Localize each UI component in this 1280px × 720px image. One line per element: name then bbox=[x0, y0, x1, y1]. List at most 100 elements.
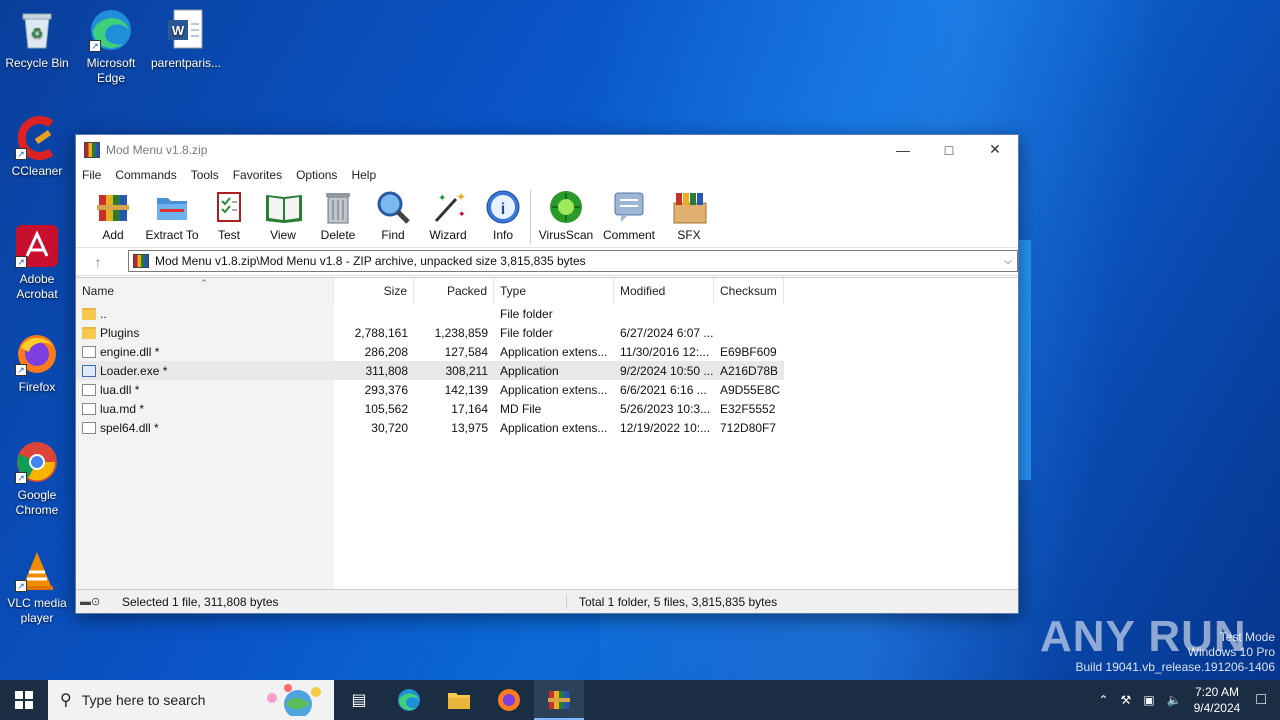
taskbar-winrar[interactable] bbox=[534, 680, 584, 720]
sfx-button[interactable]: SFX bbox=[661, 186, 717, 246]
desktop-icon-acrobat[interactable]: ↗ Adobe Acrobat bbox=[0, 224, 76, 302]
info-button[interactable]: i Info bbox=[480, 186, 526, 246]
wizard-button[interactable]: ✦ ✦ ✦ Wizard bbox=[416, 186, 480, 246]
extract-to-button[interactable]: Extract To bbox=[145, 186, 199, 246]
volume-icon[interactable]: 🔈 bbox=[1167, 693, 1182, 707]
desktop-icon-edge[interactable]: ↗ Microsoft Edge bbox=[72, 8, 150, 86]
view-button[interactable]: View bbox=[260, 186, 306, 246]
menu-favorites[interactable]: Favorites bbox=[233, 168, 282, 182]
taskbar-edge[interactable] bbox=[384, 680, 434, 720]
network-icon[interactable]: ▣ bbox=[1143, 693, 1154, 707]
cell-type: MD File bbox=[500, 401, 542, 416]
clock-time: 7:20 AM bbox=[1194, 685, 1239, 699]
desktop-icon-word-doc[interactable]: W parentparis... bbox=[147, 8, 225, 71]
cell-packed: 127,584 bbox=[444, 344, 488, 359]
test-mode-watermark: Test Mode Windows 10 Pro Build 19041.vb_… bbox=[1075, 630, 1276, 674]
close-button[interactable]: ✕ bbox=[972, 135, 1018, 164]
cell-crc: E69BF609 bbox=[720, 344, 777, 359]
file-icon bbox=[82, 421, 96, 434]
shortcut-arrow-icon: ↗ bbox=[15, 364, 27, 376]
table-row[interactable]: engine.dll * 286,208 127,584 Application ex… bbox=[76, 342, 784, 361]
cell-modified: 6/6/2021 6:16 ... bbox=[620, 382, 707, 397]
edge-icon bbox=[398, 689, 420, 711]
table-row[interactable]: Plugins 2,788,161 1,238,859 File folder 6/27… bbox=[76, 323, 784, 342]
folder-icon bbox=[82, 307, 96, 320]
delete-button[interactable]: Delete bbox=[306, 186, 370, 246]
winrar-window[interactable]: Mod Menu v1.8.zip — □ ✕ File Commands To… bbox=[75, 134, 1019, 614]
up-arrow-icon[interactable]: ↑ bbox=[76, 254, 120, 270]
desktop-icon-chrome[interactable]: ↗ Google Chrome bbox=[0, 440, 76, 518]
task-view-button[interactable]: ▤ bbox=[334, 680, 384, 720]
cell-size: 293,376 bbox=[364, 382, 408, 397]
menu-help[interactable]: Help bbox=[351, 168, 376, 182]
search-highlight-icon bbox=[258, 682, 328, 719]
cell-name: lua.md * bbox=[76, 402, 334, 416]
title-bar[interactable]: Mod Menu v1.8.zip — □ ✕ bbox=[76, 135, 1018, 164]
table-row[interactable]: Loader.exe * 311,808 308,211 Application 9/2… bbox=[76, 361, 784, 380]
status-selected: Selected 1 file, 311,808 bytes bbox=[122, 594, 279, 609]
system-tray: ⌃ ⚒ ▣ 🔈 7:20 AM 9/4/2024 □ bbox=[1092, 680, 1280, 720]
menu-commands[interactable]: Commands bbox=[115, 168, 176, 182]
column-header-name[interactable]: Name ⌃ bbox=[76, 278, 334, 304]
virusscan-button[interactable]: VirusScan bbox=[535, 186, 597, 246]
network-status-icon[interactable]: ⚒ bbox=[1121, 693, 1132, 707]
column-header-type[interactable]: Type bbox=[494, 278, 614, 304]
find-button[interactable]: Find bbox=[370, 186, 416, 246]
table-row[interactable]: .. File folder bbox=[76, 304, 784, 323]
folder-icon bbox=[82, 326, 96, 339]
windows-logo-icon bbox=[15, 691, 33, 709]
desktop-icon-firefox[interactable]: ↗ Firefox bbox=[0, 332, 76, 395]
clock-date: 9/4/2024 bbox=[1193, 701, 1241, 715]
column-header-size[interactable]: Size bbox=[334, 278, 414, 304]
desktop-icon-ccleaner[interactable]: ↗ CCleaner bbox=[0, 116, 76, 179]
column-header-checksum[interactable]: Checksum bbox=[714, 278, 784, 304]
menu-bar: File Commands Tools Favorites Options He… bbox=[76, 164, 1018, 186]
desktop-icon-recycle-bin[interactable]: ♻ Recycle Bin bbox=[0, 8, 76, 71]
vlc-icon: ↗ bbox=[15, 548, 59, 592]
menu-tools[interactable]: Tools bbox=[191, 168, 219, 182]
cell-name: spel64.dll * bbox=[76, 421, 334, 435]
minimize-button[interactable]: — bbox=[880, 135, 926, 164]
table-row[interactable]: lua.dll * 293,376 142,139 Application exten… bbox=[76, 380, 784, 399]
task-view-icon: ▤ bbox=[351, 692, 367, 709]
sfx-box-icon bbox=[670, 188, 708, 226]
maximize-button[interactable]: □ bbox=[926, 135, 972, 164]
ccleaner-icon: ↗ bbox=[15, 116, 59, 160]
acrobat-icon: ↗ bbox=[15, 224, 59, 268]
firefox-icon bbox=[498, 689, 520, 711]
cell-type: File folder bbox=[500, 325, 553, 340]
taskbar-search-box[interactable]: ⚲ Type here to search bbox=[48, 680, 334, 720]
notification-icon[interactable]: □ bbox=[1256, 691, 1266, 709]
column-header-packed[interactable]: Packed bbox=[414, 278, 494, 304]
add-button[interactable]: Add bbox=[80, 186, 146, 246]
desktop-icon-vlc[interactable]: ↗ VLC media player bbox=[0, 548, 76, 626]
cell-name: engine.dll * bbox=[76, 345, 334, 359]
taskbar-file-explorer[interactable] bbox=[434, 680, 484, 720]
svg-text:✦: ✦ bbox=[438, 193, 446, 204]
address-bar[interactable]: Mod Menu v1.8.zip\Mod Menu v1.8 - ZIP ar… bbox=[128, 250, 1018, 272]
clock[interactable]: 7:20 AM 9/4/2024 bbox=[1194, 684, 1241, 716]
file-list[interactable]: Name ⌃ Size Packed Type Modified Checksum… bbox=[76, 277, 1018, 591]
cell-name: .. bbox=[76, 307, 334, 321]
comment-button[interactable]: Comment bbox=[597, 186, 661, 246]
menu-options[interactable]: Options bbox=[296, 168, 337, 182]
svg-text:i: i bbox=[501, 201, 505, 218]
shortcut-arrow-icon: ↗ bbox=[89, 40, 101, 52]
cell-modified: 5/26/2023 10:3... bbox=[620, 401, 711, 416]
cell-modified: 11/30/2016 12:... bbox=[620, 344, 710, 359]
taskbar-firefox[interactable] bbox=[484, 680, 534, 720]
column-header-modified[interactable]: Modified bbox=[614, 278, 714, 304]
cell-type: Application extens... bbox=[500, 344, 608, 359]
table-row[interactable]: lua.md * 105,562 17,164 MD File 5/26/2023 10… bbox=[76, 399, 784, 418]
table-row[interactable]: spel64.dll * 30,720 13,975 Application exte… bbox=[76, 418, 784, 437]
cell-packed: 308,211 bbox=[445, 363, 489, 378]
chevron-down-icon[interactable]: ⌵ bbox=[999, 256, 1017, 267]
cell-packed: 13,975 bbox=[451, 420, 488, 435]
menu-file[interactable]: File bbox=[82, 168, 101, 182]
address-path: Mod Menu v1.8.zip\Mod Menu v1.8 - ZIP ar… bbox=[155, 254, 586, 268]
drive-icon[interactable]: ▬⊙ bbox=[80, 595, 114, 608]
test-button[interactable]: Test bbox=[198, 186, 260, 246]
file-name: lua.dll * bbox=[100, 382, 140, 397]
chevron-up-icon[interactable]: ⌃ bbox=[1098, 693, 1108, 707]
start-button[interactable] bbox=[0, 680, 48, 720]
